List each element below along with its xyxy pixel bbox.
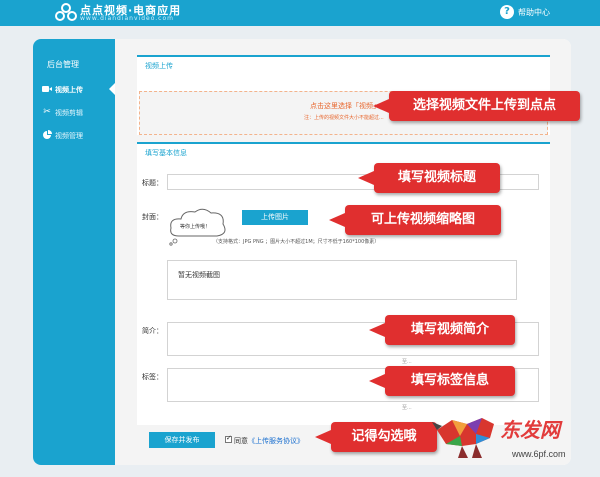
service-agreement-link[interactable]: 《上传服务协议》 xyxy=(248,437,304,445)
tags-counter: 至... xyxy=(402,405,412,411)
sidebar-item-label: 视频管理 xyxy=(55,132,83,140)
callout-fill-title: 填写视频标题 xyxy=(358,163,500,193)
cover-label: 封面： xyxy=(142,213,163,221)
section-title: 视频上传 xyxy=(145,62,173,70)
sidebar-item-video-edit[interactable]: ✂ 视频剪辑 xyxy=(33,103,115,123)
logo-icon xyxy=(55,3,77,21)
section-title: 填写基本信息 xyxy=(145,149,187,157)
brand-subtitle: www.diandianvideo.com xyxy=(80,15,174,22)
sidebar: 后台管理 视频上传 ✂ 视频剪辑 视频管理 xyxy=(33,39,115,465)
intro-label: 简介： xyxy=(142,327,163,335)
agree-checkbox[interactable]: ✓ xyxy=(225,434,232,443)
watermark-bull-logo xyxy=(432,418,494,458)
pie-chart-icon xyxy=(42,130,52,140)
tags-label: 标签： xyxy=(142,373,163,381)
help-icon[interactable]: ? xyxy=(500,5,514,19)
video-thumbnail-box: 暂无视频截图 xyxy=(167,260,517,300)
video-camera-icon xyxy=(42,84,52,94)
dropzone-note: 注：上传的视频文件大小不能超过... xyxy=(304,115,384,121)
callout-fill-tags: 填写标签信息 xyxy=(369,366,515,396)
callout-fill-intro: 填写视频简介 xyxy=(369,315,515,345)
check-icon: ✓ xyxy=(226,434,232,442)
upload-image-button[interactable]: 上传图片 xyxy=(242,210,308,225)
help-center-link[interactable]: 帮助中心 xyxy=(518,7,550,18)
sidebar-item-label: 视频剪辑 xyxy=(55,109,83,117)
sidebar-title: 后台管理 xyxy=(47,60,79,69)
cover-format-hint: （支持格式：JPG PNG ；图片大小不超过1M；尺寸不低于160*100像素） xyxy=(213,239,380,245)
scissors-icon: ✂ xyxy=(43,107,51,117)
watermark-text: 东发网 xyxy=(500,418,560,442)
sidebar-item-video-upload[interactable]: 视频上传 xyxy=(33,80,115,100)
callout-check-agree: 记得勾选哦 xyxy=(315,422,437,452)
no-thumbnail-text: 暂无视频截图 xyxy=(178,271,220,279)
watermark-url: www.6pf.com xyxy=(512,449,566,459)
sidebar-item-video-manage[interactable]: 视频管理 xyxy=(33,126,115,146)
agree-prefix: 同意 xyxy=(234,437,248,445)
top-bar: 点点视频·电商应用 www.diandianvideo.com ? 帮助中心 xyxy=(0,0,600,26)
agree-text: 同意《上传服务协议》 xyxy=(234,436,304,446)
intro-counter: 至... xyxy=(402,359,412,365)
save-publish-button[interactable]: 保存并发布 xyxy=(149,432,215,448)
title-label: 标题： xyxy=(142,179,163,187)
callout-select-video: 选择视频文件上传到点点 xyxy=(373,91,580,121)
sidebar-item-label: 视频上传 xyxy=(55,86,83,94)
dropzone-text: 点击这里选择「视频」 xyxy=(310,102,380,110)
cloud-text: 等你上传哦！ xyxy=(180,224,211,230)
callout-thumbnail: 可上传视频缩略图 xyxy=(329,205,501,235)
